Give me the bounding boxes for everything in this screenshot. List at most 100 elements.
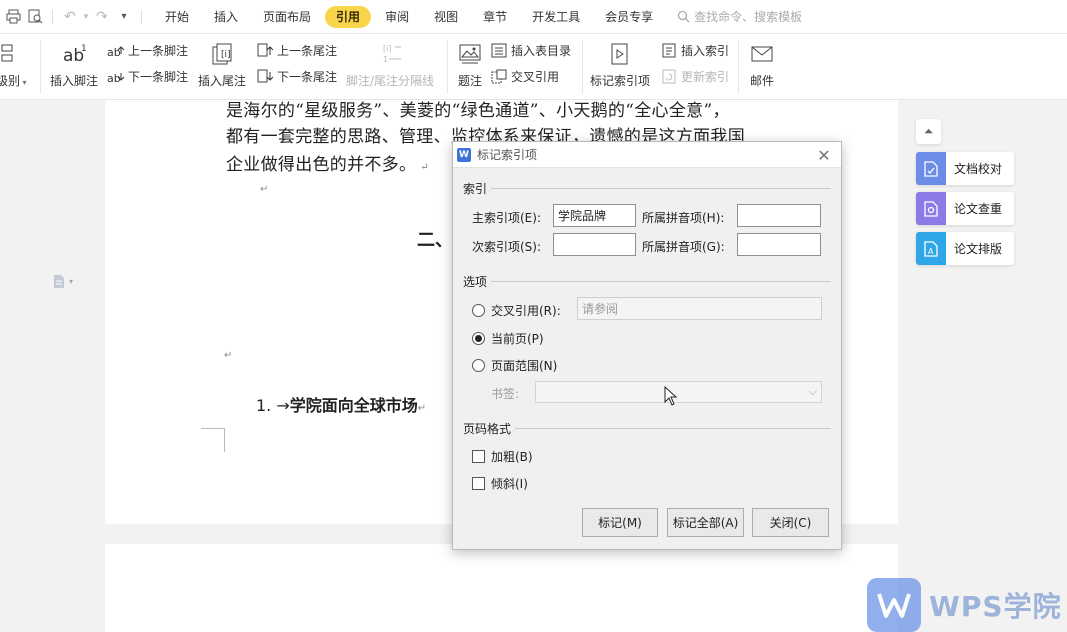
paper-check-icon xyxy=(916,192,946,225)
caption-label: 题注 xyxy=(457,74,482,88)
update-index-button[interactable]: 更新索引 xyxy=(660,68,729,85)
paragraph-mark: ↵ xyxy=(224,350,233,361)
paragraph-mark: ↵ xyxy=(420,162,429,173)
chevron-down-icon[interactable]: ▾ xyxy=(81,6,91,28)
prev-footnote-icon: ab xyxy=(107,43,125,59)
paper-format-button[interactable]: A 论文排版 xyxy=(916,232,1015,265)
paragraph-mark: ↵ xyxy=(417,403,427,414)
tab-member[interactable]: 会员专享 xyxy=(594,6,664,28)
tab-developer[interactable]: 开发工具 xyxy=(521,6,591,28)
insert-footnote-label: 插入脚注 xyxy=(50,74,99,88)
mail-button[interactable]: 邮件 xyxy=(748,40,776,89)
index-group-label: 索引 xyxy=(463,182,488,196)
list-heading-text: 学院面向全球市场 xyxy=(289,396,418,415)
close-button[interactable]: 关闭(C) xyxy=(752,508,829,537)
insert-index-icon xyxy=(660,43,678,59)
cross-reference-radio-label: 交叉引用(R): xyxy=(491,304,561,318)
bookmark-select[interactable]: ⌵ xyxy=(535,381,822,403)
main-entry-input[interactable] xyxy=(553,204,636,227)
list-number: 1. → xyxy=(256,396,290,415)
caption-icon xyxy=(456,40,484,68)
table-of-figures-icon xyxy=(490,43,508,59)
search-placeholder: 查找命令、搜索模板 xyxy=(694,10,803,24)
prev-endnote-button[interactable]: 上一条尾注 xyxy=(256,42,337,59)
next-footnote-icon: ab xyxy=(107,69,125,85)
tab-page-layout[interactable]: 页面布局 xyxy=(252,6,322,28)
paper-check-button[interactable]: 论文查重 xyxy=(916,192,1015,225)
tab-view[interactable]: 视图 xyxy=(423,6,469,28)
print-icon[interactable] xyxy=(2,6,24,28)
print-preview-icon[interactable] xyxy=(24,6,46,28)
next-endnote-button[interactable]: 下一条尾注 xyxy=(256,68,337,85)
cross-reference-input[interactable] xyxy=(577,297,822,320)
prev-footnote-button[interactable]: ab 上一条脚注 xyxy=(107,42,188,59)
italic-checkbox[interactable]: 倾斜(I) xyxy=(472,475,528,492)
cross-reference-radio[interactable]: 交叉引用(R): xyxy=(472,302,561,319)
divider xyxy=(738,40,739,94)
dialog-titlebar[interactable]: W 标记索引项 xyxy=(453,142,841,168)
mark-button[interactable]: 标记(M) xyxy=(582,508,658,537)
mark-all-button[interactable]: 标记全部(A) xyxy=(667,508,744,537)
options-group-label: 选项 xyxy=(463,275,488,289)
insert-footnote-button[interactable]: ab 1 插入脚注 xyxy=(50,40,98,89)
checkbox-box xyxy=(472,477,485,490)
level-button[interactable]: 级别 ▾ xyxy=(0,40,27,89)
chevron-down-icon: ▾ xyxy=(69,277,74,286)
next-footnote-label: 下一条脚注 xyxy=(128,70,189,84)
collapse-panel-button[interactable]: ⏶ xyxy=(916,119,941,144)
divider xyxy=(447,40,448,94)
current-page-radio[interactable]: 当前页(P) xyxy=(472,330,544,347)
sub-pinyin-input[interactable] xyxy=(737,233,821,256)
insert-index-button[interactable]: 插入索引 xyxy=(660,42,729,59)
cross-reference-icon xyxy=(490,69,508,85)
tab-references[interactable]: 引用 xyxy=(325,5,372,28)
insert-endnote-button[interactable]: [i] 插入尾注 xyxy=(198,40,246,89)
svg-text:A: A xyxy=(928,247,934,256)
paper-check-label: 论文查重 xyxy=(954,202,1003,216)
tab-review[interactable]: 审阅 xyxy=(374,6,420,28)
quick-access-toolbar: ↶ ▾ ↷ ▾ xyxy=(0,0,148,34)
tab-insert[interactable]: 插入 xyxy=(203,6,249,28)
redo-icon[interactable]: ↷ xyxy=(91,6,113,28)
divider xyxy=(40,40,41,94)
note-separator-button[interactable]: [i] 1 脚注/尾注分隔线 xyxy=(346,40,434,89)
margin-corner-mark xyxy=(201,428,225,452)
page-range-radio[interactable]: 页面范围(N) xyxy=(472,357,557,374)
sub-entry-input[interactable] xyxy=(553,233,636,256)
tab-home[interactable]: 开始 xyxy=(154,6,200,28)
paragraph-line: 企业做得出色的并不多。 ↵ xyxy=(226,150,429,175)
update-index-icon xyxy=(660,69,678,85)
mouse-cursor-icon xyxy=(664,386,678,406)
next-endnote-label: 下一条尾注 xyxy=(277,70,338,84)
next-endnote-icon xyxy=(256,69,274,85)
cross-reference-button[interactable]: 交叉引用 xyxy=(490,68,559,85)
undo-icon[interactable]: ↶ xyxy=(59,6,81,28)
tab-section[interactable]: 章节 xyxy=(472,6,518,28)
more-icon[interactable]: ▾ xyxy=(113,6,135,28)
insert-endnote-label: 插入尾注 xyxy=(198,74,247,88)
mail-label: 邮件 xyxy=(749,74,774,88)
close-icon[interactable]: ✕ xyxy=(815,146,833,165)
wps-brand-text: WPS学院 xyxy=(929,590,1062,623)
command-search[interactable]: 查找命令、搜索模板 xyxy=(677,8,802,25)
list-heading: 1. →学院面向全球市场↵ xyxy=(256,392,426,416)
radio-circle xyxy=(472,304,485,317)
caption-button[interactable]: 题注 xyxy=(456,40,484,89)
radio-circle xyxy=(472,359,485,372)
separator-line-icon: [i] 1 xyxy=(376,40,404,68)
document-page-2[interactable] xyxy=(105,544,898,632)
svg-text:1: 1 xyxy=(383,55,388,64)
next-footnote-button[interactable]: ab 下一条脚注 xyxy=(107,68,188,85)
mark-index-entry-button[interactable]: 标记索引项 xyxy=(590,40,650,89)
bold-checkbox[interactable]: 加粗(B) xyxy=(472,448,533,465)
current-page-radio-label: 当前页(P) xyxy=(491,332,544,346)
divider xyxy=(582,40,583,94)
mark-index-entry-label: 标记索引项 xyxy=(590,74,651,88)
main-pinyin-input[interactable] xyxy=(737,204,821,227)
cross-reference-label: 交叉引用 xyxy=(511,70,560,84)
paragraph-mark: ↵ xyxy=(260,184,269,195)
references-ribbon: 级别 ▾ ab 1 插入脚注 ab 上一条脚注 ab 下一条脚注 [i] 插入尾注… xyxy=(0,34,1067,100)
doc-proofread-button[interactable]: 文档校对 xyxy=(916,152,1015,185)
document-outline-icon[interactable]: ▾ xyxy=(52,274,73,289)
insert-table-of-figures-button[interactable]: 插入表目录 xyxy=(490,42,571,59)
